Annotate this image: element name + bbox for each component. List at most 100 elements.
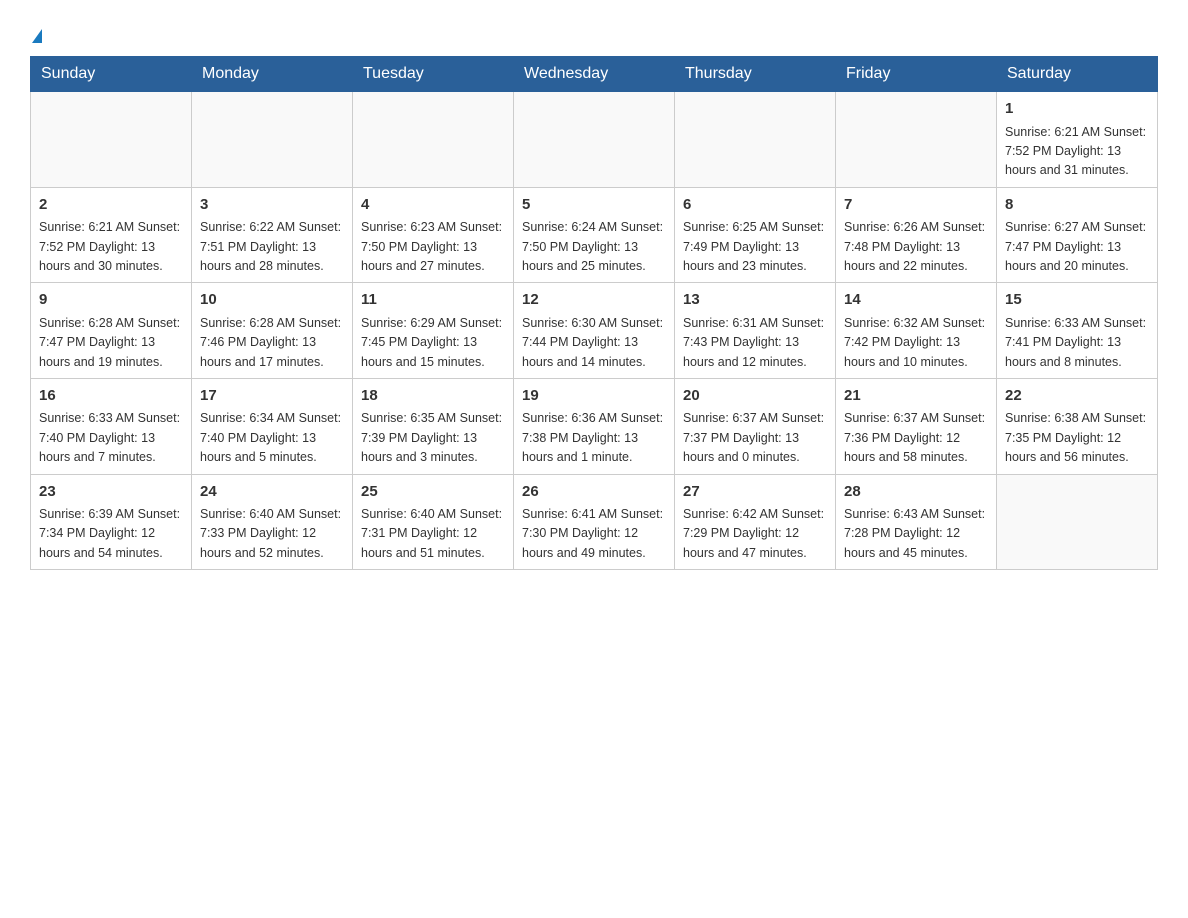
day-cell: 6Sunrise: 6:25 AM Sunset: 7:49 PM Daylig…: [675, 187, 836, 283]
day-cell: 25Sunrise: 6:40 AM Sunset: 7:31 PM Dayli…: [353, 474, 514, 570]
day-number: 20: [683, 385, 827, 408]
header-row: SundayMondayTuesdayWednesdayThursdayFrid…: [31, 57, 1158, 92]
day-info: Sunrise: 6:33 AM Sunset: 7:41 PM Dayligh…: [1005, 314, 1149, 372]
day-cell: [836, 92, 997, 188]
day-info: Sunrise: 6:34 AM Sunset: 7:40 PM Dayligh…: [200, 409, 344, 467]
day-cell: 3Sunrise: 6:22 AM Sunset: 7:51 PM Daylig…: [192, 187, 353, 283]
day-cell: 7Sunrise: 6:26 AM Sunset: 7:48 PM Daylig…: [836, 187, 997, 283]
day-cell: 28Sunrise: 6:43 AM Sunset: 7:28 PM Dayli…: [836, 474, 997, 570]
day-number: 19: [522, 385, 666, 408]
day-number: 28: [844, 481, 988, 504]
day-info: Sunrise: 6:36 AM Sunset: 7:38 PM Dayligh…: [522, 409, 666, 467]
logo-triangle-icon: [32, 29, 42, 43]
page-header: [30, 20, 1158, 46]
day-cell: [31, 92, 192, 188]
day-number: 11: [361, 289, 505, 312]
day-info: Sunrise: 6:43 AM Sunset: 7:28 PM Dayligh…: [844, 505, 988, 563]
day-info: Sunrise: 6:22 AM Sunset: 7:51 PM Dayligh…: [200, 218, 344, 276]
day-info: Sunrise: 6:29 AM Sunset: 7:45 PM Dayligh…: [361, 314, 505, 372]
day-number: 2: [39, 194, 183, 217]
day-cell: 20Sunrise: 6:37 AM Sunset: 7:37 PM Dayli…: [675, 378, 836, 474]
day-cell: 4Sunrise: 6:23 AM Sunset: 7:50 PM Daylig…: [353, 187, 514, 283]
day-number: 7: [844, 194, 988, 217]
day-info: Sunrise: 6:37 AM Sunset: 7:37 PM Dayligh…: [683, 409, 827, 467]
day-number: 21: [844, 385, 988, 408]
day-cell: 16Sunrise: 6:33 AM Sunset: 7:40 PM Dayli…: [31, 378, 192, 474]
day-info: Sunrise: 6:33 AM Sunset: 7:40 PM Dayligh…: [39, 409, 183, 467]
day-info: Sunrise: 6:26 AM Sunset: 7:48 PM Dayligh…: [844, 218, 988, 276]
day-info: Sunrise: 6:40 AM Sunset: 7:31 PM Dayligh…: [361, 505, 505, 563]
day-cell: 19Sunrise: 6:36 AM Sunset: 7:38 PM Dayli…: [514, 378, 675, 474]
day-number: 16: [39, 385, 183, 408]
day-number: 13: [683, 289, 827, 312]
day-cell: 2Sunrise: 6:21 AM Sunset: 7:52 PM Daylig…: [31, 187, 192, 283]
day-info: Sunrise: 6:31 AM Sunset: 7:43 PM Dayligh…: [683, 314, 827, 372]
day-cell: 26Sunrise: 6:41 AM Sunset: 7:30 PM Dayli…: [514, 474, 675, 570]
day-info: Sunrise: 6:32 AM Sunset: 7:42 PM Dayligh…: [844, 314, 988, 372]
day-cell: [997, 474, 1158, 570]
day-info: Sunrise: 6:39 AM Sunset: 7:34 PM Dayligh…: [39, 505, 183, 563]
logo-text: [30, 20, 42, 46]
day-cell: [514, 92, 675, 188]
day-number: 3: [200, 194, 344, 217]
logo: [30, 20, 42, 46]
day-cell: 11Sunrise: 6:29 AM Sunset: 7:45 PM Dayli…: [353, 283, 514, 379]
day-cell: 10Sunrise: 6:28 AM Sunset: 7:46 PM Dayli…: [192, 283, 353, 379]
day-cell: 18Sunrise: 6:35 AM Sunset: 7:39 PM Dayli…: [353, 378, 514, 474]
day-info: Sunrise: 6:42 AM Sunset: 7:29 PM Dayligh…: [683, 505, 827, 563]
day-cell: [192, 92, 353, 188]
day-number: 9: [39, 289, 183, 312]
day-number: 26: [522, 481, 666, 504]
day-number: 25: [361, 481, 505, 504]
day-number: 1: [1005, 98, 1149, 121]
day-info: Sunrise: 6:37 AM Sunset: 7:36 PM Dayligh…: [844, 409, 988, 467]
day-number: 12: [522, 289, 666, 312]
header-cell-tuesday: Tuesday: [353, 57, 514, 92]
day-info: Sunrise: 6:25 AM Sunset: 7:49 PM Dayligh…: [683, 218, 827, 276]
calendar-header: SundayMondayTuesdayWednesdayThursdayFrid…: [31, 57, 1158, 92]
day-cell: 1Sunrise: 6:21 AM Sunset: 7:52 PM Daylig…: [997, 92, 1158, 188]
day-info: Sunrise: 6:23 AM Sunset: 7:50 PM Dayligh…: [361, 218, 505, 276]
header-cell-sunday: Sunday: [31, 57, 192, 92]
day-cell: 23Sunrise: 6:39 AM Sunset: 7:34 PM Dayli…: [31, 474, 192, 570]
header-cell-saturday: Saturday: [997, 57, 1158, 92]
day-info: Sunrise: 6:21 AM Sunset: 7:52 PM Dayligh…: [39, 218, 183, 276]
day-info: Sunrise: 6:28 AM Sunset: 7:46 PM Dayligh…: [200, 314, 344, 372]
day-cell: 9Sunrise: 6:28 AM Sunset: 7:47 PM Daylig…: [31, 283, 192, 379]
day-info: Sunrise: 6:21 AM Sunset: 7:52 PM Dayligh…: [1005, 123, 1149, 181]
week-row-3: 9Sunrise: 6:28 AM Sunset: 7:47 PM Daylig…: [31, 283, 1158, 379]
day-number: 10: [200, 289, 344, 312]
day-number: 27: [683, 481, 827, 504]
day-cell: 8Sunrise: 6:27 AM Sunset: 7:47 PM Daylig…: [997, 187, 1158, 283]
day-info: Sunrise: 6:35 AM Sunset: 7:39 PM Dayligh…: [361, 409, 505, 467]
day-cell: 5Sunrise: 6:24 AM Sunset: 7:50 PM Daylig…: [514, 187, 675, 283]
day-cell: [675, 92, 836, 188]
day-number: 24: [200, 481, 344, 504]
day-info: Sunrise: 6:24 AM Sunset: 7:50 PM Dayligh…: [522, 218, 666, 276]
day-cell: 22Sunrise: 6:38 AM Sunset: 7:35 PM Dayli…: [997, 378, 1158, 474]
day-number: 18: [361, 385, 505, 408]
day-number: 5: [522, 194, 666, 217]
day-cell: 24Sunrise: 6:40 AM Sunset: 7:33 PM Dayli…: [192, 474, 353, 570]
day-cell: 12Sunrise: 6:30 AM Sunset: 7:44 PM Dayli…: [514, 283, 675, 379]
day-cell: 13Sunrise: 6:31 AM Sunset: 7:43 PM Dayli…: [675, 283, 836, 379]
header-cell-wednesday: Wednesday: [514, 57, 675, 92]
day-cell: 14Sunrise: 6:32 AM Sunset: 7:42 PM Dayli…: [836, 283, 997, 379]
day-cell: 15Sunrise: 6:33 AM Sunset: 7:41 PM Dayli…: [997, 283, 1158, 379]
week-row-4: 16Sunrise: 6:33 AM Sunset: 7:40 PM Dayli…: [31, 378, 1158, 474]
calendar-table: SundayMondayTuesdayWednesdayThursdayFrid…: [30, 56, 1158, 570]
day-info: Sunrise: 6:41 AM Sunset: 7:30 PM Dayligh…: [522, 505, 666, 563]
header-cell-thursday: Thursday: [675, 57, 836, 92]
week-row-1: 1Sunrise: 6:21 AM Sunset: 7:52 PM Daylig…: [31, 92, 1158, 188]
day-info: Sunrise: 6:40 AM Sunset: 7:33 PM Dayligh…: [200, 505, 344, 563]
week-row-5: 23Sunrise: 6:39 AM Sunset: 7:34 PM Dayli…: [31, 474, 1158, 570]
day-info: Sunrise: 6:30 AM Sunset: 7:44 PM Dayligh…: [522, 314, 666, 372]
day-number: 6: [683, 194, 827, 217]
day-number: 4: [361, 194, 505, 217]
day-number: 23: [39, 481, 183, 504]
day-number: 17: [200, 385, 344, 408]
day-cell: [353, 92, 514, 188]
header-cell-friday: Friday: [836, 57, 997, 92]
day-info: Sunrise: 6:38 AM Sunset: 7:35 PM Dayligh…: [1005, 409, 1149, 467]
day-info: Sunrise: 6:28 AM Sunset: 7:47 PM Dayligh…: [39, 314, 183, 372]
